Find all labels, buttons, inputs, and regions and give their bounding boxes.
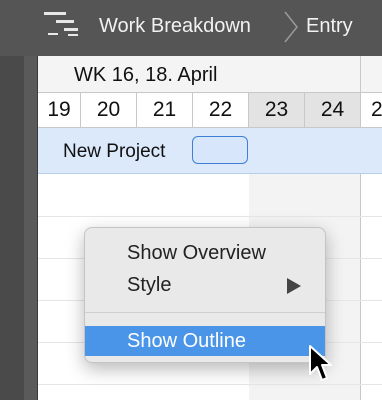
gutter-edge [24,56,38,400]
menu-separator [85,312,325,313]
day-header: 22 [193,93,249,127]
triangle-right-icon [287,278,301,294]
menu-item-label: Show Overview [127,242,266,264]
menu-item-show-overview[interactable]: Show Overview [85,238,325,268]
menu-item-show-outline[interactable]: Show Outline [85,326,325,356]
toolbar: Work Breakdown Entry [0,0,382,56]
project-name: New Project [63,141,166,162]
breadcrumb-entry[interactable]: Entry [306,14,353,38]
row-divider [38,216,382,217]
week-divider [360,56,361,92]
week-label: WK 16, 18. April [74,64,218,86]
breadcrumb-work-breakdown[interactable]: Work Breakdown [99,14,251,38]
day-header-row: 19 20 21 22 23 24 2 [38,92,382,128]
day-header: 21 [137,93,193,127]
day-header: 19 [38,93,81,127]
chevron-right-icon [284,11,298,43]
mouse-cursor-icon [309,345,332,381]
day-header-weekend: 23 [249,93,305,127]
row-divider [38,384,382,385]
work-breakdown-icon[interactable] [42,9,86,39]
project-row[interactable]: New Project [38,128,382,174]
week-boundary-line [360,174,361,400]
project-bar[interactable] [192,136,248,164]
menu-item-label: Style [127,274,172,296]
day-header: 20 [81,93,137,127]
context-menu: Show Overview Style Show Outline [84,227,326,363]
menu-item-style[interactable]: Style [85,270,325,300]
menu-item-label: Show Outline [127,330,246,352]
week-header: WK 16, 18. April [38,56,382,92]
day-header-weekend: 24 [305,93,361,127]
day-header: 2 [371,98,382,121]
